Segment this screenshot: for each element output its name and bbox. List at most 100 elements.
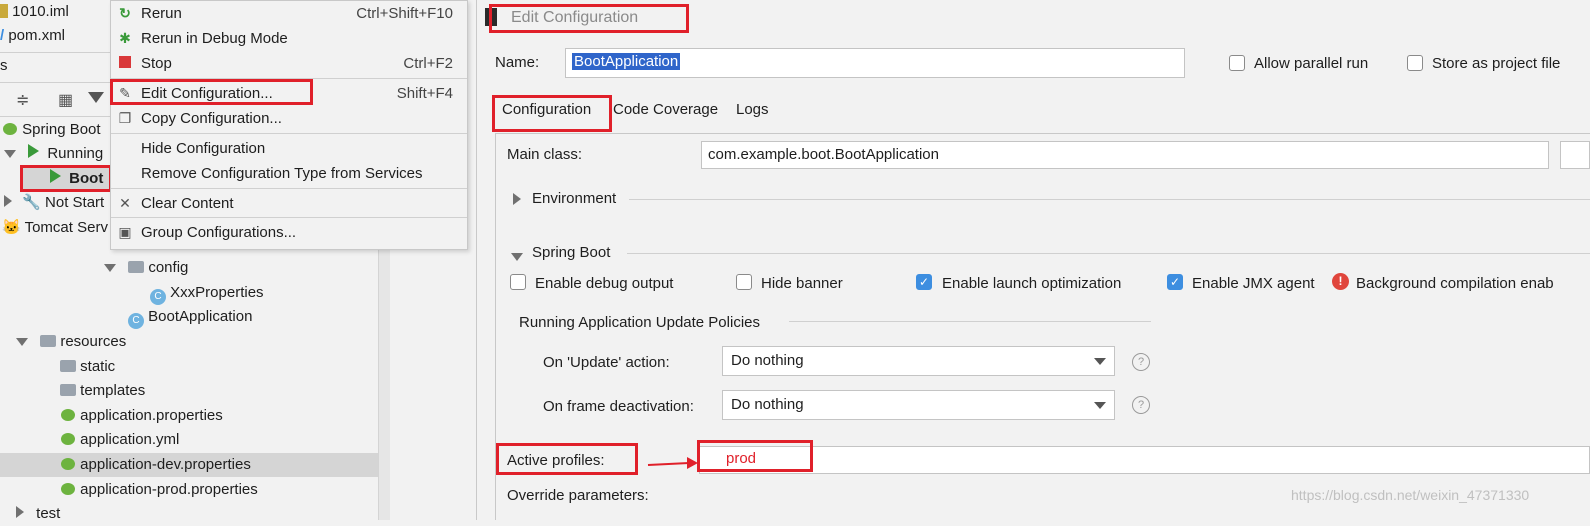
class-icon: C (150, 289, 166, 305)
spring-config-icon (60, 455, 76, 470)
run-icon (28, 144, 40, 158)
folder-icon (60, 384, 76, 396)
highlight-title (489, 4, 689, 33)
folder-icon (128, 261, 145, 273)
tree-application-properties[interactable]: application.properties (60, 404, 223, 428)
background-compilation-label: Background compilation enab (1356, 275, 1554, 292)
edit-configuration-dialog: Edit Configuration Name: BootApplication… (477, 0, 1590, 520)
tree-test[interactable]: test (16, 502, 60, 526)
tree-static[interactable]: static (60, 355, 115, 379)
menu-rerun[interactable]: ↻ Rerun Ctrl+Shift+F10 (111, 1, 467, 26)
menu-remove-configuration-type[interactable]: Remove Configuration Type from Services (111, 161, 467, 186)
context-menu: ↻ Rerun Ctrl+Shift+F10 ✱ Rerun in Debug … (110, 0, 468, 250)
enable-jmx-label: Enable JMX agent (1192, 275, 1315, 292)
spring-config-icon (60, 430, 76, 445)
hide-banner-checkbox[interactable] (736, 274, 752, 290)
chevron-down-icon (1094, 358, 1106, 365)
active-profiles-field[interactable] (699, 446, 1590, 474)
environment-expand-icon[interactable] (513, 192, 521, 209)
collapse-arrow-icon (16, 506, 24, 518)
expand-arrow-icon (104, 264, 116, 272)
menu-clear-content[interactable]: ✕ Clear Content (111, 191, 467, 216)
tree-templates[interactable]: templates (60, 379, 145, 403)
close-icon: ✕ (119, 195, 131, 211)
enable-launch-label: Enable launch optimization (942, 275, 1122, 292)
group-icon[interactable]: ▦ (58, 90, 73, 110)
resources-folder-icon (40, 335, 57, 347)
allow-parallel-checkbox[interactable] (1229, 55, 1245, 71)
spring-boot-icon (2, 120, 18, 135)
highlight-configuration-tab (492, 95, 612, 132)
watermark: https://blog.csdn.net/weixin_47371330 (1291, 487, 1530, 503)
on-frame-value: Do nothing (731, 396, 804, 413)
highlight-boot (20, 165, 112, 192)
on-update-dropdown[interactable]: Do nothing (722, 346, 1115, 376)
policies-title: Running Application Update Policies (519, 314, 760, 331)
allow-parallel-label: Allow parallel run (1254, 55, 1369, 72)
enable-debug-checkbox[interactable] (510, 274, 526, 290)
on-update-value: Do nothing (731, 352, 804, 369)
module-file-icon (0, 4, 8, 18)
filter-icon[interactable] (88, 90, 104, 107)
enable-launch-checkbox[interactable]: ✓ (916, 274, 932, 290)
tree-resources[interactable]: resources (16, 330, 126, 354)
highlight-edit-configuration (110, 79, 313, 105)
tree-bootapplication[interactable]: C BootApplication (128, 305, 252, 329)
spring-config-icon (60, 406, 76, 421)
tree-application-prod[interactable]: application-prod.properties (60, 478, 258, 502)
menu-hide-configuration[interactable]: Hide Configuration (111, 136, 467, 161)
main-class-field[interactable]: com.example.boot.BootApplication (701, 141, 1549, 169)
highlight-active-profiles-label (496, 443, 638, 475)
class-icon: C (128, 313, 144, 329)
tree-application-yml[interactable]: application.yml (60, 428, 179, 452)
hide-banner-label: Hide banner (761, 275, 843, 292)
services-tomcat[interactable]: 🐱 Tomcat Serv (2, 216, 108, 240)
help-icon[interactable]: ? (1132, 396, 1150, 414)
enable-debug-label: Enable debug output (535, 275, 674, 292)
stop-icon (117, 55, 133, 71)
enable-jmx-checkbox[interactable]: ✓ (1167, 274, 1183, 290)
services-running[interactable]: Running (4, 142, 103, 166)
collapse-arrow-icon (4, 195, 12, 207)
on-update-label: On 'Update' action: (543, 354, 670, 371)
copy-icon: ❐ (118, 110, 132, 126)
name-label: Name: (495, 54, 540, 71)
tree-config[interactable]: config (104, 256, 188, 280)
menu-stop[interactable]: Stop Ctrl+F2 (111, 51, 467, 76)
collapse-all-icon[interactable]: ≑ (16, 90, 29, 110)
tomcat-icon: 🐱 (2, 219, 21, 236)
spring-boot-section[interactable]: Spring Boot (532, 244, 610, 261)
tree-application-dev[interactable]: application-dev.properties (60, 453, 251, 477)
spring-boot-expand-icon[interactable] (511, 248, 523, 265)
services-tab[interactable]: s (0, 54, 8, 78)
group-icon: ▣ (118, 224, 132, 240)
expand-arrow-icon (4, 150, 16, 158)
services-spring-boot[interactable]: Spring Boot (2, 118, 101, 142)
highlight-active-profiles-value (697, 440, 813, 472)
menu-copy-configuration[interactable]: ❐ Copy Configuration... (111, 106, 467, 131)
help-icon[interactable]: ? (1132, 353, 1150, 371)
tab-logs[interactable]: Logs (736, 101, 769, 118)
store-project-checkbox[interactable] (1407, 55, 1423, 71)
browse-button[interactable] (1560, 141, 1590, 169)
menu-group-configurations[interactable]: ▣ Group Configurations... (111, 220, 467, 245)
tab-code-coverage[interactable]: Code Coverage (613, 101, 718, 118)
tree-xxxproperties[interactable]: C XxxProperties (150, 281, 264, 305)
on-frame-dropdown[interactable]: Do nothing (722, 390, 1115, 420)
name-field[interactable]: BootApplication (565, 48, 1185, 78)
main-class-label: Main class: (507, 146, 583, 163)
maven-icon: / (0, 27, 5, 44)
spring-config-icon (60, 480, 76, 495)
services-not-started[interactable]: 🔧 Not Start (4, 191, 104, 215)
arrow-icon (647, 457, 698, 469)
menu-rerun-debug[interactable]: ✱ Rerun in Debug Mode (111, 26, 467, 51)
environment-section[interactable]: Environment (532, 190, 616, 207)
file-iml[interactable]: 1010.iml (0, 0, 69, 24)
rerun-icon: ↻ (119, 5, 131, 21)
folder-icon (60, 360, 76, 372)
warning-icon: ! (1332, 273, 1349, 290)
expand-arrow-icon (16, 338, 28, 346)
file-pom[interactable]: / pom.xml (0, 24, 65, 48)
on-frame-label: On frame deactivation: (543, 398, 694, 415)
wrench-icon: 🔧 (22, 194, 41, 211)
